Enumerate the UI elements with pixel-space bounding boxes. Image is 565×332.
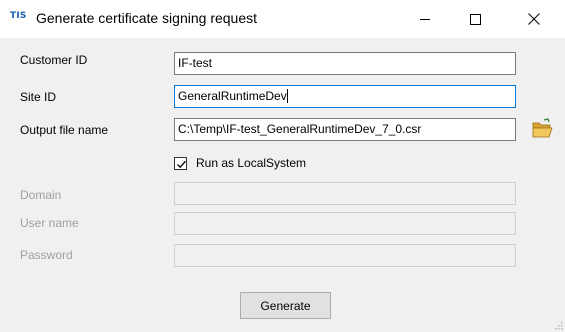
output-file-input[interactable]: C:\Temp\IF-test_GeneralRuntimeDev_7_0.cs…: [174, 118, 516, 141]
resize-grip-icon[interactable]: [553, 320, 563, 330]
output-file-value: C:\Temp\IF-test_GeneralRuntimeDev_7_0.cs…: [178, 122, 422, 136]
folder-open-icon: [532, 118, 553, 138]
customer-id-value: IF-test: [178, 56, 213, 70]
generate-button[interactable]: Generate: [240, 292, 331, 319]
window-title: Generate certificate signing request: [36, 10, 258, 26]
maximize-button[interactable]: [452, 0, 498, 38]
minimize-icon: [420, 18, 430, 20]
password-input: [174, 244, 516, 267]
password-label: Password: [20, 248, 73, 262]
site-id-label: Site ID: [20, 90, 57, 104]
close-button[interactable]: [511, 0, 557, 38]
maximize-icon: [469, 13, 481, 25]
domain-input: [174, 182, 516, 205]
customer-id-input[interactable]: IF-test: [174, 52, 516, 75]
domain-label: Domain: [20, 188, 62, 202]
user-name-input: [174, 212, 516, 235]
text-caret: [286, 89, 288, 103]
checkbox-box[interactable]: [174, 156, 187, 170]
close-icon: [528, 13, 540, 25]
site-id-value: GeneralRuntimeDev: [178, 89, 287, 103]
user-name-label: User name: [20, 216, 79, 230]
title-bar[interactable]: TIS Generate certificate signing request: [0, 0, 565, 38]
minimize-button[interactable]: [402, 0, 448, 38]
app-logo: TIS: [10, 11, 27, 21]
output-file-label: Output file name: [20, 123, 109, 137]
customer-id-label: Customer ID: [20, 53, 88, 67]
run-as-localsystem-checkbox[interactable]: Run as LocalSystem: [174, 156, 306, 170]
browse-button[interactable]: [530, 118, 554, 140]
run-as-localsystem-label: Run as LocalSystem: [196, 156, 307, 170]
check-icon: [177, 160, 186, 168]
site-id-input[interactable]: GeneralRuntimeDev: [174, 85, 516, 108]
